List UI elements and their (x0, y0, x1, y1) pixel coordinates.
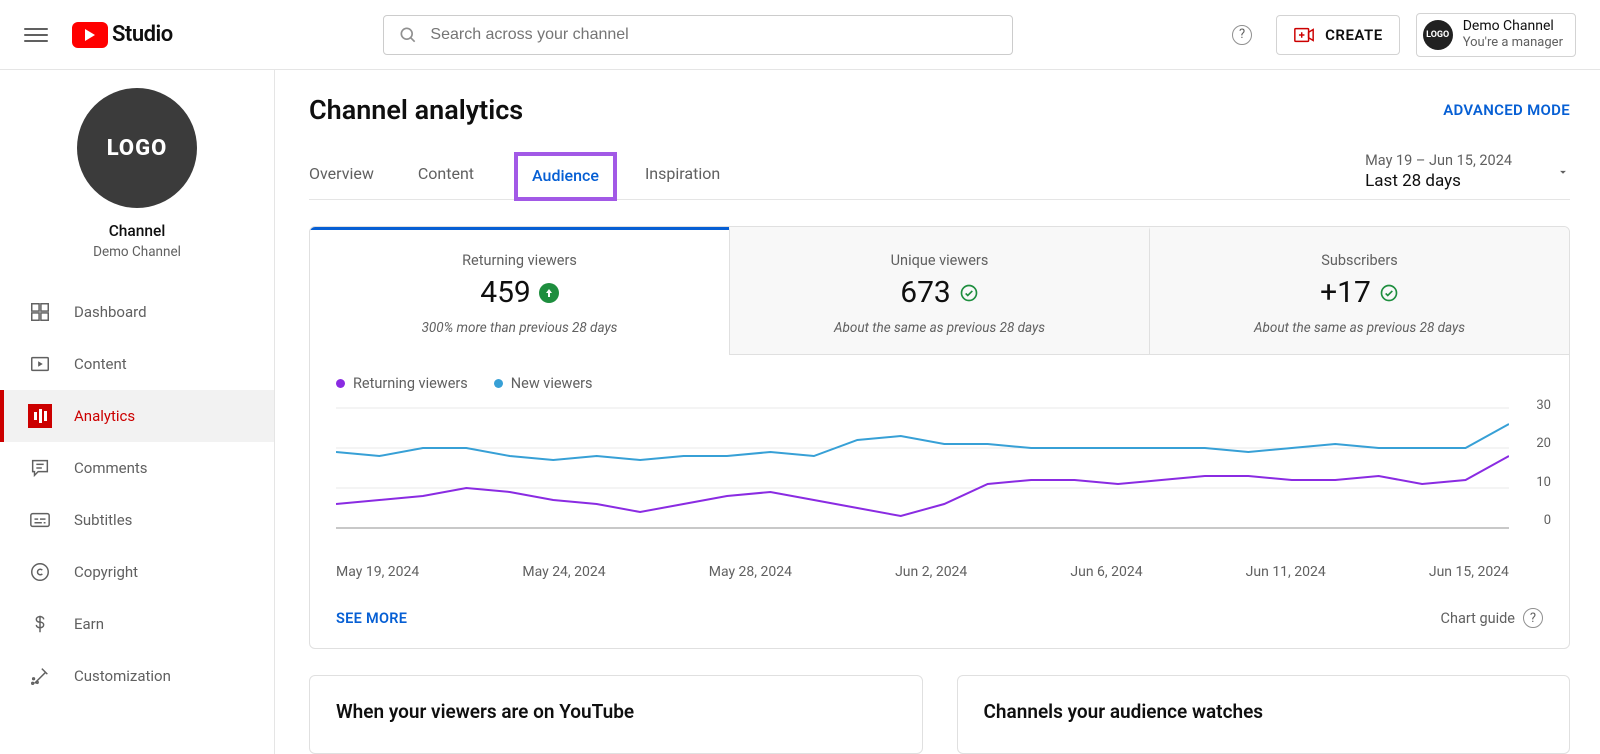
page-title: Channel analytics (309, 94, 523, 126)
metric-value: 673 (900, 275, 951, 310)
topbar: Studio ? CREATE LOGO Demo Channel You're… (0, 0, 1600, 70)
metric-label: Returning viewers (320, 252, 719, 269)
x-axis-labels: May 19, 2024 May 24, 2024 May 28, 2024 J… (310, 558, 1569, 594)
metric-sub: About the same as previous 28 days (740, 320, 1139, 336)
advanced-mode-link[interactable]: ADVANCED MODE (1443, 101, 1570, 119)
sidebar-item-label: Earn (74, 615, 104, 633)
panel-audience-channels: Channels your audience watches (957, 675, 1571, 754)
metric-value: +17 (1320, 275, 1371, 310)
metric-label: Unique viewers (740, 252, 1139, 269)
sidebar-item-analytics[interactable]: Analytics (0, 390, 274, 442)
panel-viewer-activity: When your viewers are on YouTube (309, 675, 923, 754)
date-range-text: May 19 – Jun 15, 2024 (1365, 152, 1512, 169)
create-button[interactable]: CREATE (1276, 15, 1400, 55)
chart-guide-label: Chart guide (1441, 610, 1515, 627)
metric-subscribers[interactable]: Subscribers +17 About the same as previo… (1149, 227, 1569, 355)
metric-sub: 300% more than previous 28 days (320, 320, 719, 336)
tab-overview[interactable]: Overview (309, 164, 374, 199)
help-icon: ? (1232, 25, 1252, 45)
channel-name: Demo Channel (93, 244, 181, 260)
customization-icon (28, 664, 52, 688)
metric-sub: About the same as previous 28 days (1160, 320, 1559, 336)
account-name: Demo Channel (1463, 18, 1563, 35)
check-icon (959, 283, 979, 303)
metric-label: Subscribers (1160, 252, 1559, 269)
dashboard-icon (28, 300, 52, 324)
account-role: You're a manager (1463, 35, 1563, 51)
legend-dot (336, 379, 345, 388)
sidebar-item-label: Analytics (74, 407, 135, 425)
earn-icon (28, 612, 52, 636)
brand-logo[interactable]: Studio (72, 22, 173, 48)
analytics-card: Returning viewers 459 300% more than pre… (309, 226, 1570, 649)
sidebar-item-comments[interactable]: Comments (0, 442, 274, 494)
sidebar-item-copyright[interactable]: Copyright (0, 546, 274, 598)
sidebar-item-content[interactable]: Content (0, 338, 274, 390)
panel-title: Channels your audience watches (984, 700, 1544, 723)
avatar: LOGO (1423, 20, 1453, 50)
sidebar-item-dashboard[interactable]: Dashboard (0, 286, 274, 338)
subtitles-icon (28, 508, 52, 532)
date-range-picker[interactable]: May 19 – Jun 15, 2024 Last 28 days (1365, 152, 1570, 199)
sidebar-item-customization[interactable]: Customization (0, 650, 274, 702)
sidebar-item-subtitles[interactable]: Subtitles (0, 494, 274, 546)
legend-label: New viewers (511, 375, 593, 392)
chart: 30 20 10 0 (310, 398, 1569, 558)
comments-icon (28, 456, 52, 480)
main-content: Channel analytics ADVANCED MODE Overview… (275, 70, 1600, 754)
menu-icon[interactable] (24, 23, 48, 47)
sidebar-item-label: Copyright (74, 563, 138, 581)
content-icon (28, 352, 52, 376)
sidebar-item-label: Comments (74, 459, 148, 477)
sidebar-item-label: Customization (74, 667, 171, 685)
tab-inspiration[interactable]: Inspiration (645, 164, 720, 199)
metric-value: 459 (480, 275, 531, 310)
channel-heading: Channel (109, 222, 166, 240)
tab-audience[interactable]: Audience (514, 152, 617, 201)
see-more-link[interactable]: SEE MORE (336, 610, 407, 627)
youtube-icon (72, 22, 108, 48)
account-switcher[interactable]: LOGO Demo Channel You're a manager (1416, 13, 1576, 57)
tabs: Overview Content Audience Inspiration Ma… (309, 152, 1570, 200)
chart-guide-link[interactable]: Chart guide ? (1441, 608, 1543, 628)
legend-dot (494, 379, 503, 388)
metric-unique-viewers[interactable]: Unique viewers 673 About the same as pre… (729, 227, 1149, 355)
analytics-icon (28, 404, 52, 428)
metric-returning-viewers[interactable]: Returning viewers 459 300% more than pre… (310, 227, 729, 355)
y-axis-labels: 30 20 10 0 (1536, 398, 1551, 528)
sidebar-item-earn[interactable]: Earn (0, 598, 274, 650)
copyright-icon (28, 560, 52, 584)
search-input-wrapper[interactable] (383, 15, 1013, 55)
date-preset-text: Last 28 days (1365, 171, 1512, 191)
create-label: CREATE (1325, 26, 1383, 44)
legend-item: Returning viewers (336, 375, 468, 392)
check-icon (1379, 283, 1399, 303)
chevron-down-icon (1556, 165, 1570, 179)
sidebar-item-label: Content (74, 355, 127, 373)
search-icon (398, 25, 418, 45)
sidebar-item-label: Subtitles (74, 511, 132, 529)
channel-avatar: LOGO (77, 88, 197, 208)
create-icon (1293, 24, 1315, 46)
help-icon: ? (1523, 608, 1543, 628)
brand-text: Studio (112, 22, 173, 47)
tab-content[interactable]: Content (418, 164, 474, 199)
sidebar: LOGO Channel Demo Channel Dashboard Cont… (0, 70, 275, 754)
search-input[interactable] (430, 26, 998, 44)
sidebar-item-label: Dashboard (74, 303, 147, 321)
chart-legend: Returning viewers New viewers (310, 355, 1569, 398)
help-button[interactable]: ? (1224, 17, 1260, 53)
channel-block[interactable]: LOGO Channel Demo Channel (0, 88, 274, 280)
legend-label: Returning viewers (353, 375, 468, 392)
panel-title: When your viewers are on YouTube (336, 700, 896, 723)
trend-up-icon (539, 283, 559, 303)
legend-item: New viewers (494, 375, 593, 392)
